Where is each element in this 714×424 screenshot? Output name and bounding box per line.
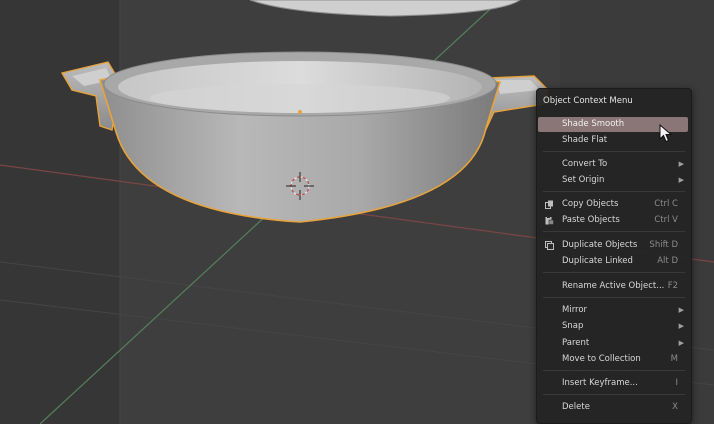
menu-item-label: Move to Collection	[562, 354, 641, 364]
menu-item-duplicate-objects[interactable]: Duplicate Objects Shift D	[538, 238, 688, 253]
menu-item-label: Shade Smooth	[562, 119, 625, 129]
menu-item-shortcut: Alt D	[657, 256, 678, 266]
submenu-arrow-icon: ▶	[678, 306, 684, 314]
menu-item-label: Set Origin	[562, 175, 605, 185]
origin-dot	[298, 110, 302, 114]
paste-icon	[545, 216, 554, 225]
duplicate-icon	[545, 241, 554, 250]
menu-item-move-to-collection[interactable]: Move to Collection M	[538, 352, 688, 367]
menu-item-shortcut: X	[672, 402, 678, 412]
menu-separator	[543, 394, 685, 395]
menu-item-copy-objects[interactable]: Copy Objects Ctrl C	[538, 197, 688, 212]
menu-item-delete[interactable]: Delete X	[538, 400, 688, 415]
menu-separator	[543, 231, 685, 232]
menu-item-shortcut: F2	[667, 281, 678, 291]
menu-separator	[543, 272, 685, 273]
menu-item-shortcut: Ctrl C	[654, 199, 678, 209]
menu-separator	[543, 151, 685, 152]
menu-item-label: Paste Objects	[562, 215, 620, 225]
menu-item-label: Delete	[562, 402, 590, 412]
menu-item-label: Snap	[562, 321, 584, 331]
menu-item-snap[interactable]: Snap ▶	[538, 319, 688, 334]
copy-icon	[545, 200, 553, 209]
menu-item-duplicate-linked[interactable]: Duplicate Linked Alt D	[538, 254, 688, 269]
menu-item-label: Duplicate Linked	[562, 256, 633, 266]
menu-item-mirror[interactable]: Mirror ▶	[538, 303, 688, 318]
submenu-arrow-icon: ▶	[678, 339, 684, 347]
menu-item-rename-active-object[interactable]: Rename Active Object... F2	[538, 279, 688, 294]
menu-item-parent[interactable]: Parent ▶	[538, 336, 688, 351]
submenu-arrow-icon: ▶	[678, 176, 684, 184]
menu-separator	[543, 370, 685, 371]
submenu-arrow-icon: ▶	[678, 160, 684, 168]
menu-separator	[543, 297, 685, 298]
menu-item-paste-objects[interactable]: Paste Objects Ctrl V	[538, 213, 688, 228]
menu-item-label: Duplicate Objects	[562, 240, 638, 250]
menu-item-label: Mirror	[562, 305, 588, 315]
menu-item-label: Copy Objects	[562, 199, 619, 209]
menu-item-label: Shade Flat	[562, 135, 608, 145]
menu-title: Object Context Menu	[543, 96, 633, 106]
menu-item-label: Parent	[562, 338, 590, 348]
menu-item-label: Insert Keyframe...	[562, 378, 638, 388]
menu-item-set-origin[interactable]: Set Origin ▶	[538, 173, 688, 188]
menu-item-label: Convert To	[562, 159, 608, 169]
menu-item-insert-keyframe[interactable]: Insert Keyframe... I	[538, 376, 688, 391]
menu-separator	[543, 191, 685, 192]
menu-item-label: Rename Active Object...	[562, 281, 665, 291]
mouse-pointer-icon	[659, 124, 673, 143]
menu-item-shortcut: M	[670, 354, 678, 364]
menu-item-shortcut: I	[675, 378, 678, 388]
menu-item-shortcut: Shift D	[649, 240, 678, 250]
menu-item-convert-to[interactable]: Convert To ▶	[538, 157, 688, 172]
menu-item-shortcut: Ctrl V	[654, 215, 678, 225]
submenu-arrow-icon: ▶	[678, 322, 684, 330]
